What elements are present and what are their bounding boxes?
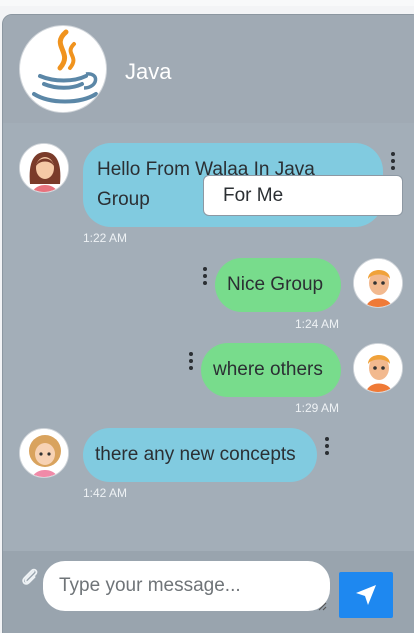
message-text: Nice Group	[227, 274, 324, 295]
message-bubble: Nice Group	[215, 258, 341, 312]
message-bubble: where others	[201, 343, 341, 397]
woman-avatar[interactable]	[19, 143, 69, 193]
message-text: where others	[213, 359, 323, 380]
group-title: Java	[125, 59, 172, 84]
kebab-menu-icon[interactable]	[387, 152, 399, 172]
boy-avatar[interactable]	[353, 343, 403, 393]
context-menu-item-for-me[interactable]: For Me	[203, 175, 403, 216]
composer-bar	[3, 551, 414, 633]
message-text: there any new concepts	[95, 444, 296, 465]
kebab-menu-icon[interactable]	[185, 352, 197, 372]
paperclip-icon[interactable]	[19, 566, 41, 588]
send-arrow-icon	[356, 585, 376, 605]
chat-window: Java Hello From Walaa In Java Group 1:22…	[2, 14, 414, 633]
top-strip	[0, 0, 414, 6]
message-time: 1:42 AM	[83, 486, 128, 500]
send-button[interactable]	[339, 572, 393, 618]
message-time: 1:22 AM	[83, 231, 128, 245]
boy-avatar[interactable]	[353, 258, 403, 308]
resize-handle-icon[interactable]	[317, 601, 327, 611]
kebab-menu-icon[interactable]	[199, 267, 211, 287]
message-time: 1:24 AM	[295, 317, 340, 331]
message-input[interactable]	[43, 561, 330, 611]
girl-avatar[interactable]	[19, 428, 69, 478]
java-logo-icon[interactable]	[19, 25, 107, 113]
kebab-menu-icon[interactable]	[321, 437, 333, 457]
message-bubble: there any new concepts	[83, 428, 317, 482]
chat-header: Java	[3, 15, 414, 123]
message-time: 1:29 AM	[295, 401, 340, 415]
